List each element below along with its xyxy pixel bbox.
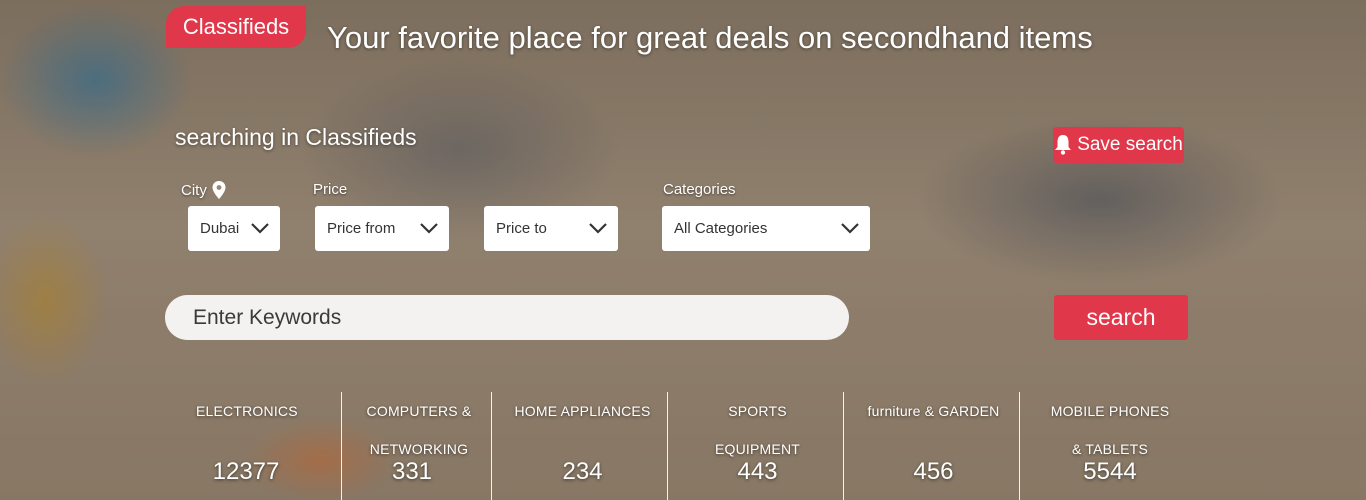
- category-count: 5544: [1083, 458, 1137, 485]
- chevron-down-icon: [841, 223, 859, 234]
- category-name: SPORTS EQUIPMENT: [714, 403, 801, 457]
- searching-in-label: searching in Classifieds: [175, 124, 417, 150]
- search-button[interactable]: search: [1054, 295, 1188, 340]
- category-stat-furniture-garden[interactable]: furniture & GARDEN 456: [862, 392, 1005, 500]
- categories-select[interactable]: All Categories: [662, 206, 870, 251]
- category-stat-sports-equipment[interactable]: SPORTS EQUIPMENT 443: [686, 392, 829, 500]
- map-pin-icon: [212, 181, 226, 199]
- chevron-down-icon: [251, 223, 269, 234]
- category-name: MOBILE PHONES: [1050, 403, 1170, 419]
- price-label: Price: [313, 181, 347, 198]
- stat-divider: [843, 392, 844, 500]
- category-count: 456: [913, 458, 954, 485]
- category-stat-computers[interactable]: COMPUTERS & NETWORKING 331: [362, 392, 476, 500]
- city-label: City: [181, 181, 226, 199]
- city-label-text: City: [181, 181, 207, 199]
- category-name: ELECTRONICS: [196, 403, 298, 419]
- chevron-down-icon: [420, 223, 438, 234]
- price-from-value: Price from: [327, 220, 396, 237]
- chevron-down-icon: [589, 223, 607, 234]
- category-count: 443: [737, 458, 778, 485]
- category-stat-electronics[interactable]: ELECTRONICS 12377: [196, 392, 298, 500]
- categories-label-text: Categories: [663, 181, 736, 198]
- brand-badge[interactable]: Classifieds: [166, 6, 306, 48]
- category-count: 234: [562, 458, 603, 485]
- stat-divider: [667, 392, 668, 500]
- city-select-value: Dubai: [200, 220, 240, 237]
- category-stat-mobile-phones[interactable]: MOBILE PHONES & TABLETS 5544: [1046, 392, 1174, 500]
- save-search-button[interactable]: Save search: [1053, 127, 1184, 163]
- city-select[interactable]: Dubai: [188, 206, 280, 251]
- category-name: COMPUTERS &: [366, 403, 472, 419]
- page-tagline: Your favorite place for great deals on s…: [327, 20, 1093, 55]
- price-from-select[interactable]: Price from: [315, 206, 449, 251]
- stat-divider: [491, 392, 492, 500]
- category-name: HOME APPLIANCES: [514, 403, 651, 419]
- stat-divider: [341, 392, 342, 500]
- categories-label: Categories: [663, 181, 736, 198]
- category-stat-home-appliances[interactable]: HOME APPLIANCES 234: [514, 392, 651, 500]
- price-label-text: Price: [313, 181, 348, 198]
- bell-icon: [1055, 135, 1072, 155]
- categories-select-value: All Categories: [674, 220, 768, 237]
- save-search-label: Save search: [1077, 134, 1183, 155]
- stat-divider: [1019, 392, 1020, 500]
- price-to-select[interactable]: Price to: [484, 206, 618, 251]
- category-name: furniture & GARDEN: [867, 403, 1000, 419]
- category-count: 12377: [212, 458, 280, 485]
- category-count: 331: [391, 458, 433, 485]
- keywords-input[interactable]: [165, 295, 849, 340]
- price-to-value: Price to: [496, 220, 547, 237]
